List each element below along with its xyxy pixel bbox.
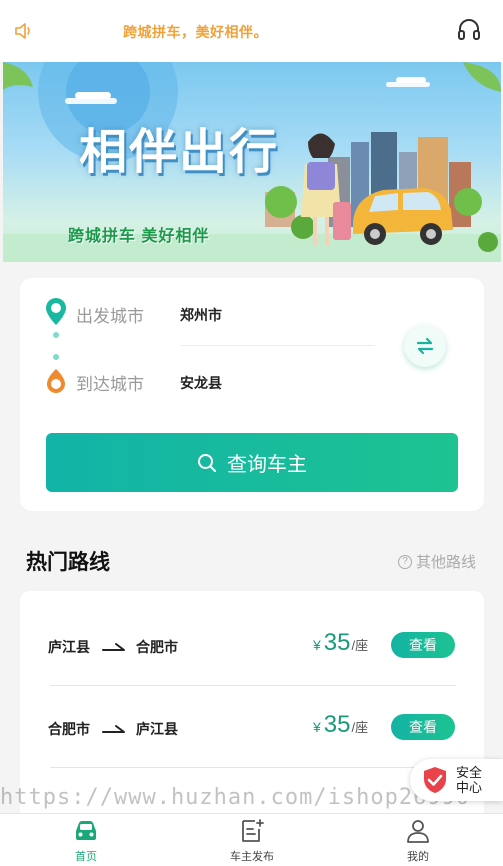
tab-label-mine: 我的 — [407, 851, 429, 863]
query-driver-button[interactable]: 查询车主 — [46, 433, 458, 492]
watermark: https://www.huzhan.com/ishop26990 — [0, 785, 471, 810]
safety-center-label: 安全 中心 — [456, 765, 490, 795]
safety-center-button[interactable]: 安全 中心 — [410, 759, 503, 801]
banner-title: 相伴出行 — [79, 124, 280, 180]
route-from: 庐江县 — [48, 639, 90, 655]
route-price: ¥ 35 /座 — [313, 711, 368, 739]
swap-icon — [416, 337, 434, 355]
safety-line-2: 中心 — [456, 780, 483, 795]
price-currency: ¥ — [313, 637, 321, 653]
tab-label-publish: 车主发布 — [230, 851, 274, 863]
route-item[interactable]: 合肥市 庐江县 ¥ 35 /座 查看 — [20, 686, 484, 768]
route-arrow-icon — [102, 643, 125, 651]
tab-label-home: 首页 — [75, 851, 97, 863]
shield-icon — [424, 767, 446, 793]
other-routes-link[interactable]: ? 其他路线 — [398, 551, 476, 572]
user-icon — [407, 820, 429, 843]
car-icon — [76, 821, 96, 840]
view-route-button[interactable]: 查看 — [391, 714, 455, 740]
departure-city[interactable]: 郑州市 — [180, 305, 222, 325]
query-button-label: 查询车主 — [227, 454, 307, 476]
notice-bar: 跨城拼车，美好相伴。 — [0, 0, 503, 62]
departure-pin-icon — [46, 298, 66, 325]
bottom-tab-bar: 首页 车主发布 我的 — [0, 813, 503, 866]
tab-home[interactable]: 首页 — [36, 814, 136, 866]
route-from: 合肥市 — [48, 721, 90, 737]
price-currency: ¥ — [313, 719, 321, 735]
tab-mine[interactable]: 我的 — [368, 814, 468, 866]
tab-publish[interactable]: 车主发布 — [202, 814, 302, 866]
route-item[interactable]: 庐江县 合肥市 ¥ 35 /座 查看 — [20, 604, 484, 686]
price-unit: /座 — [351, 720, 369, 735]
help-icon: ? — [398, 554, 412, 569]
field-divider — [180, 345, 375, 346]
search-card: 出发城市 郑州市 到达城市 安龙县 查询车主 — [20, 278, 484, 511]
route-price: ¥ 35 /座 — [313, 629, 368, 657]
price-value: 35 — [323, 629, 351, 656]
hot-routes-title: 热门路线 — [26, 551, 110, 574]
view-route-button[interactable]: 查看 — [391, 632, 455, 658]
headset-icon[interactable] — [456, 17, 482, 43]
arrival-city[interactable]: 安龙县 — [180, 373, 222, 393]
other-routes-label: 其他路线 — [416, 554, 477, 571]
notice-text: 跨城拼车，美好相伴。 — [123, 24, 268, 40]
departure-label: 出发城市 — [76, 307, 144, 326]
publish-icon — [242, 819, 264, 842]
price-value: 35 — [323, 711, 351, 738]
price-unit: /座 — [351, 638, 369, 653]
banner[interactable]: 相伴出行 跨城拼车 美好相伴 — [3, 62, 501, 262]
arrival-pin-icon — [47, 369, 65, 393]
arrival-label: 到达城市 — [76, 375, 144, 394]
route-dot — [53, 354, 59, 360]
safety-line-1: 安全 — [456, 765, 483, 780]
route-to: 合肥市 — [136, 639, 178, 655]
route-arrow-icon — [102, 725, 125, 733]
route-divider — [50, 767, 456, 768]
swap-cities-button[interactable] — [404, 325, 446, 367]
banner-subtitle: 跨城拼车 美好相伴 — [68, 228, 210, 245]
route-to: 庐江县 — [136, 721, 178, 737]
speaker-icon — [15, 23, 30, 39]
route-dot — [53, 332, 59, 338]
search-icon — [198, 453, 216, 472]
